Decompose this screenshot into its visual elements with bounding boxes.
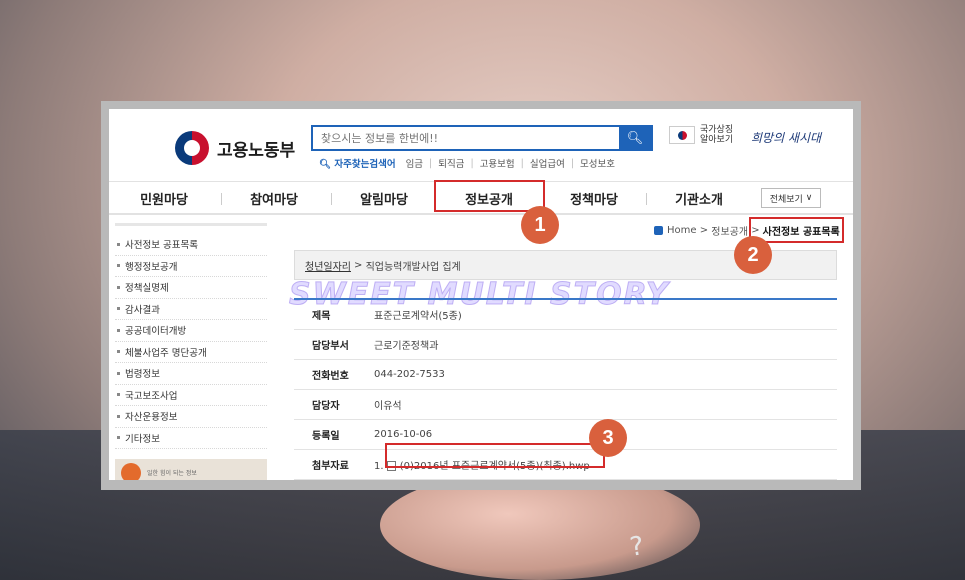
- nav-item-about[interactable]: 기관소개: [654, 182, 744, 214]
- divider: [646, 193, 647, 205]
- quick-link-severance[interactable]: 퇴직금: [438, 156, 464, 170]
- taegukgi-icon: [669, 126, 695, 144]
- logo-text: 고용노동부: [217, 140, 296, 161]
- attachment-index: 1.: [374, 461, 384, 472]
- webpage: 고용노동부 🔍︎ 🔍︎ 자주찾는검색어 임금 | 퇴직금 | 고용보험 | 실업…: [109, 109, 853, 480]
- sidebar-banner[interactable]: 일한 힘이 되는 정보: [115, 459, 267, 480]
- sidebar-item-prior-disclosure[interactable]: 사전정보 공표목록: [115, 234, 267, 256]
- search-input[interactable]: [313, 127, 619, 149]
- sidebar-item-open-data[interactable]: 공공데이터개방: [115, 320, 267, 342]
- row-label-date: 등록일: [312, 431, 340, 442]
- sidebar-item-laws[interactable]: 법령정보: [115, 363, 267, 385]
- row-label-phone: 전화번호: [312, 371, 349, 382]
- row-label-title: 제목: [312, 311, 331, 322]
- home-icon: [654, 226, 663, 235]
- quick-link-wage[interactable]: 임금: [406, 156, 423, 170]
- quick-link-employment-insurance[interactable]: 고용보험: [480, 156, 515, 170]
- step-badge-2: 2: [734, 236, 772, 274]
- national-symbol-link[interactable]: 국가상징 알아보기: [669, 125, 738, 145]
- search-box: 🔍︎: [311, 125, 653, 151]
- screenshot-frame: 고용노동부 🔍︎ 🔍︎ 자주찾는검색어 임금 | 퇴직금 | 고용보험 | 실업…: [101, 101, 861, 490]
- table-row: 제목 표준근로계약서(5종): [294, 300, 837, 330]
- row-value-phone: 044-202-7533: [374, 369, 445, 380]
- sidebar-item-other[interactable]: 기타정보: [115, 428, 267, 449]
- divider: |: [570, 157, 575, 169]
- sidebar-item-admin-info[interactable]: 행정정보공개: [115, 256, 267, 277]
- hot-search-label: 🔍︎ 자주찾는검색어: [319, 159, 396, 170]
- national-symbol-label: 국가상징 알아보기: [700, 125, 734, 145]
- row-label-department: 담당부서: [312, 341, 349, 352]
- sidebar-item-audit[interactable]: 감사결과: [115, 299, 267, 320]
- divider: [221, 193, 222, 205]
- nav-item-civil[interactable]: 민원마당: [119, 182, 209, 214]
- row-value-manager: 이유석: [374, 401, 402, 412]
- nav-item-policy[interactable]: 정책마당: [549, 182, 639, 214]
- divider: [115, 223, 267, 226]
- slogan-logo: 희망의 새시대: [751, 131, 822, 145]
- highlight-attachment: [385, 443, 605, 468]
- quick-link-unemployment-benefit[interactable]: 실업급여: [530, 156, 565, 170]
- search-icon: 🔍︎: [626, 130, 644, 145]
- sidebar-item-policy-realname[interactable]: 정책실명제: [115, 277, 267, 299]
- table-row: 전화번호 044-202-7533: [294, 360, 837, 390]
- category-current: 직업능력개발사업 집계: [365, 261, 461, 273]
- row-value-date: 2016-10-06: [374, 429, 433, 440]
- row-value-title: 표준근로계약서(5종): [374, 311, 462, 322]
- step-badge-1: 1: [521, 206, 559, 244]
- nav-item-notice[interactable]: 알림마당: [339, 182, 429, 214]
- quick-links: 🔍︎ 자주찾는검색어 임금 | 퇴직금 | 고용보험 | 실업급여 | 모성보호: [319, 156, 615, 171]
- chevron-down-icon: ∨: [805, 193, 813, 203]
- chevron-right-icon: >: [696, 225, 712, 236]
- table-row: 담당부서 근로기준정책과: [294, 330, 837, 360]
- nav-item-participation[interactable]: 참여마당: [229, 182, 319, 214]
- sidebar-item-subsidy[interactable]: 국고보조사업: [115, 385, 267, 406]
- row-label-manager: 담당자: [312, 401, 340, 412]
- breadcrumb-home[interactable]: Home: [667, 225, 697, 236]
- quick-link-maternity[interactable]: 모성보호: [580, 156, 615, 170]
- government-emblem-icon: [175, 131, 209, 165]
- search-button[interactable]: 🔍︎: [619, 127, 651, 149]
- sidebar: 사전정보 공표목록 행정정보공개 정책실명제 감사결과 공공데이터개방 체불사업…: [115, 223, 267, 480]
- sidebar-item-asset[interactable]: 자산운용정보: [115, 406, 267, 428]
- step-badge-3: 3: [589, 419, 627, 457]
- highlight-nav-info-disclosure: [434, 180, 545, 212]
- divider: |: [470, 157, 474, 169]
- row-label-attachment: 첨부자료: [312, 461, 349, 472]
- view-all-button[interactable]: 전체보기 ∨: [761, 188, 821, 208]
- divider: [331, 193, 332, 205]
- divider: |: [520, 157, 524, 169]
- row-value-department: 근로기준정책과: [374, 341, 439, 352]
- divider: |: [429, 157, 433, 169]
- site-logo[interactable]: 고용노동부: [175, 131, 295, 165]
- sidebar-item-delinquent-employers[interactable]: 체불사업주 명단공개: [115, 342, 267, 363]
- category-link[interactable]: 청년일자리: [305, 258, 351, 273]
- breadcrumb-parent[interactable]: 정보공개: [711, 223, 748, 238]
- chevron-right-icon: >: [354, 259, 366, 271]
- table-row: 담당자 이유석: [294, 390, 837, 420]
